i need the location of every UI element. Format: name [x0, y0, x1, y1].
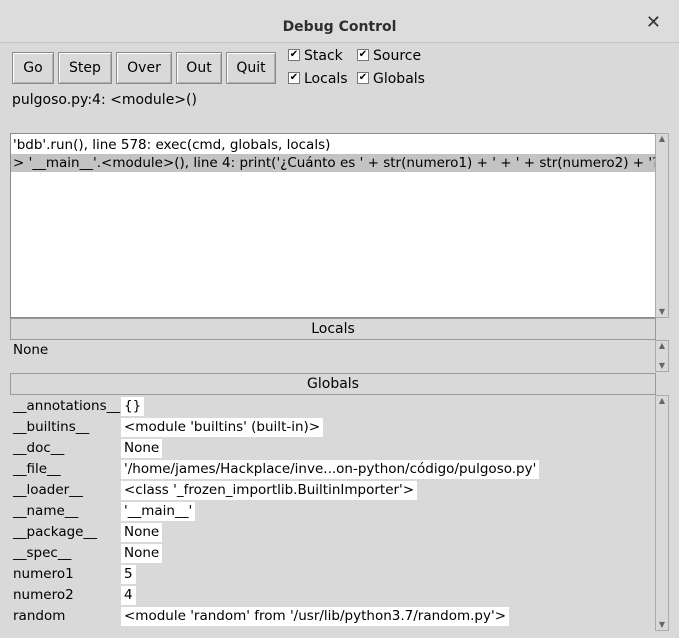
checkmark-icon: ✔ [357, 72, 369, 84]
scroll-down-icon[interactable]: ▼ [656, 307, 668, 317]
variable-name: __builtins__ [13, 419, 90, 435]
stack-list[interactable]: 'bdb'.run(), line 578: exec(cmd, globals… [10, 133, 656, 318]
variable-name: numero2 [13, 587, 74, 603]
variable-value: None [121, 544, 163, 563]
variable-value: '/home/james/Hackplace/inve...on-python/… [121, 460, 540, 479]
status-label: pulgoso.py:4: <module>() [12, 92, 197, 108]
variable-name: __loader__ [13, 482, 83, 498]
scroll-up-icon[interactable]: ▲ [656, 341, 668, 351]
locals-checkbox[interactable]: ✔ Locals [288, 69, 348, 89]
stack-checkbox[interactable]: ✔ Stack [288, 46, 343, 66]
globals-pane: __annotations__{} __builtins__ <module 'b… [10, 394, 654, 630]
globals-header: Globals [10, 373, 656, 395]
stack-checkbox-label: Stack [304, 48, 343, 64]
scroll-down-icon[interactable]: ▼ [656, 361, 668, 371]
variable-name: random [13, 608, 66, 624]
variable-value: 4 [121, 586, 136, 605]
source-checkbox[interactable]: ✔ Source [357, 46, 421, 66]
stack-scrollbar[interactable]: ▲ ▼ [655, 133, 669, 318]
variable-value: <class '_frozen_importlib.BuiltinImporte… [121, 481, 418, 500]
step-button[interactable]: Step [58, 52, 112, 84]
checkmark-icon: ✔ [288, 72, 300, 84]
variable-value: 5 [121, 565, 136, 584]
title-bar: Debug Control ✕ [0, 0, 679, 43]
locals-scrollbar[interactable]: ▲ ▼ [655, 340, 669, 372]
close-icon[interactable]: ✕ [646, 12, 661, 33]
variable-name: __spec__ [13, 545, 72, 561]
go-button[interactable]: Go [12, 52, 54, 84]
checkmark-icon: ✔ [288, 49, 300, 61]
globals-checkbox-label: Globals [373, 71, 425, 87]
variable-value: <module 'builtins' (built-in)> [121, 418, 324, 437]
variable-name: numero1 [13, 566, 74, 582]
variable-name: __file__ [13, 461, 61, 477]
variable-name: __package__ [13, 524, 97, 540]
variable-value: None [121, 523, 163, 542]
variable-value: {} [121, 397, 145, 416]
stack-frame-item-selected[interactable]: > '__main__'.<module>(), line 4: print('… [11, 154, 655, 172]
checkmark-icon: ✔ [357, 49, 369, 61]
variable-value: None [121, 439, 163, 458]
locals-pane: None [13, 342, 49, 358]
source-checkbox-label: Source [373, 48, 422, 64]
variable-name: __name__ [13, 503, 79, 519]
variable-name: __doc__ [13, 440, 65, 456]
variable-value: <module 'random' from '/usr/lib/python3.… [121, 607, 510, 626]
locals-header: Locals [10, 318, 656, 340]
locals-checkbox-label: Locals [304, 71, 348, 87]
quit-button[interactable]: Quit [226, 52, 276, 84]
variable-name: __annotations__ [13, 398, 121, 414]
variable-value: '__main__' [121, 502, 196, 521]
window-title: Debug Control [282, 19, 397, 35]
stack-frame-item[interactable]: 'bdb'.run(), line 578: exec(cmd, globals… [11, 136, 655, 154]
over-button[interactable]: Over [116, 52, 172, 84]
scroll-up-icon[interactable]: ▲ [656, 134, 668, 144]
scroll-up-icon[interactable]: ▲ [656, 396, 668, 406]
globals-scrollbar[interactable]: ▲ ▼ [655, 395, 669, 631]
out-button[interactable]: Out [176, 52, 222, 84]
scroll-down-icon[interactable]: ▼ [656, 620, 668, 630]
globals-checkbox[interactable]: ✔ Globals [357, 69, 425, 89]
